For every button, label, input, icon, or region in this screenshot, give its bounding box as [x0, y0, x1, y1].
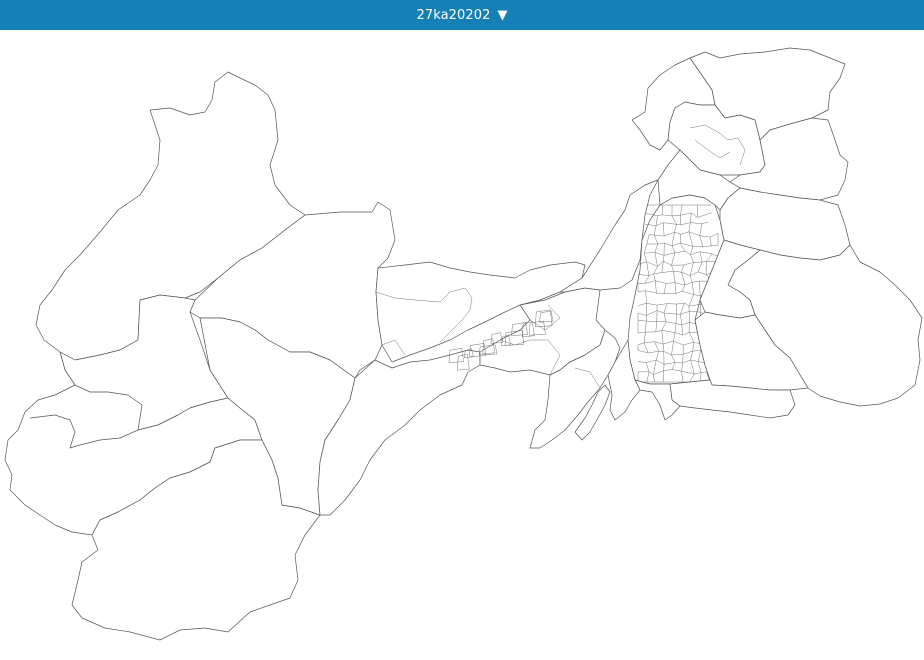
boundary-map[interactable] — [0, 30, 924, 660]
triangle-down-icon: ▼ — [497, 7, 508, 23]
map-canvas[interactable] — [0, 30, 924, 660]
west-regions — [4, 71, 481, 641]
area-selector-dropdown[interactable]: 27ka20202 ▼ — [0, 0, 924, 30]
area-code-title: 27ka20202 — [416, 7, 491, 23]
